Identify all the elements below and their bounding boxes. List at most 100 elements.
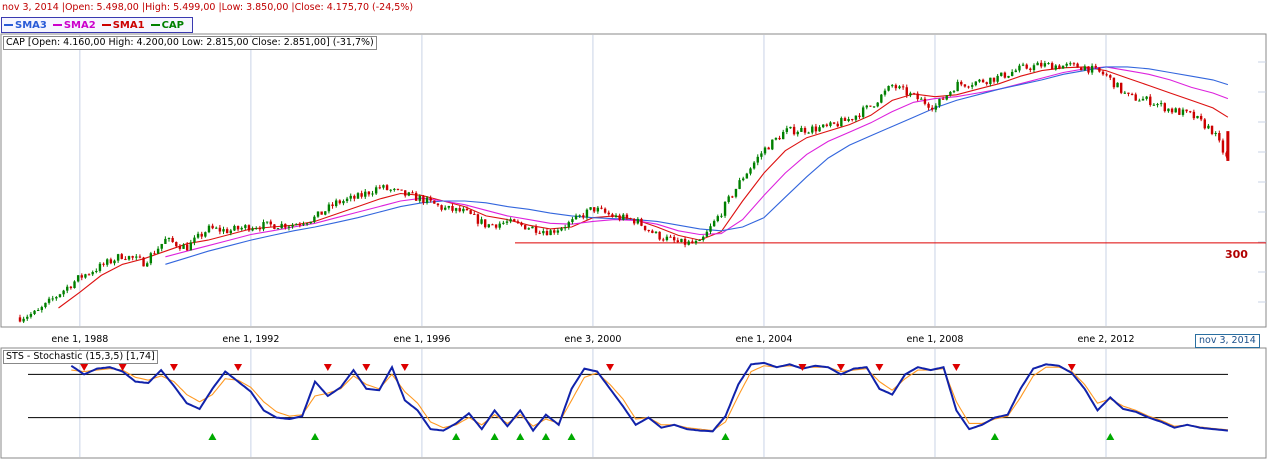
candle-body — [425, 197, 429, 203]
candle-body — [396, 188, 400, 190]
candle-body — [1076, 63, 1079, 68]
candle-body — [102, 263, 105, 265]
candle-body — [149, 253, 153, 264]
candle-body — [865, 105, 868, 108]
candle-body — [883, 90, 887, 95]
candle-body — [1210, 125, 1214, 134]
candle-body — [167, 237, 171, 239]
candle-body — [367, 191, 371, 195]
candle-body — [505, 221, 509, 223]
candle-body — [1043, 63, 1047, 67]
candle-body — [309, 221, 312, 224]
candle-body — [400, 189, 403, 191]
candle-body — [1065, 63, 1068, 66]
candle-body — [18, 317, 22, 322]
candle-body — [66, 286, 69, 291]
candle-body — [316, 211, 320, 217]
candle-body — [880, 94, 883, 103]
candle-body — [672, 237, 676, 241]
candle-body — [502, 222, 505, 224]
candle-body — [593, 207, 596, 212]
candle-body — [680, 238, 683, 242]
candle-body — [1072, 63, 1076, 65]
candle-body — [756, 156, 759, 163]
candle-body — [651, 230, 654, 233]
candle-body — [127, 256, 131, 260]
candle-body — [1203, 119, 1206, 129]
x-tick-label: ene 1, 2008 — [906, 334, 964, 345]
candle-body — [992, 77, 996, 82]
chart-canvas[interactable] — [0, 0, 1268, 460]
candle-body — [1094, 65, 1097, 68]
candle-body — [33, 310, 36, 315]
candle-body — [447, 205, 451, 208]
candle-body — [716, 216, 719, 222]
candle-body — [789, 126, 792, 129]
candle-body — [705, 231, 709, 237]
candle-body — [98, 263, 102, 271]
x-tick-label: ene 1, 2004 — [735, 334, 793, 345]
candle-body — [858, 115, 861, 117]
candle-body — [709, 226, 712, 232]
candle-body — [218, 227, 222, 232]
candle-body — [135, 256, 138, 258]
candle-body — [1214, 133, 1217, 135]
candle-body — [636, 218, 640, 224]
candle-body — [1138, 100, 1141, 102]
candle-body — [236, 225, 240, 230]
candle-body — [364, 191, 367, 197]
candle-body — [1149, 96, 1152, 105]
candle-body — [1021, 64, 1025, 66]
candle-body — [1221, 140, 1225, 153]
candle-body — [545, 231, 549, 236]
candle-body — [872, 106, 876, 108]
candle-body — [665, 236, 669, 241]
candle-body — [1000, 72, 1003, 76]
candle-body — [1007, 75, 1010, 78]
candle-body — [582, 215, 585, 218]
candle-body — [473, 213, 476, 215]
candle-body — [578, 215, 581, 217]
candle-body — [1029, 68, 1032, 70]
candle-body — [171, 237, 174, 243]
candle-body — [1192, 111, 1196, 119]
candle-body — [629, 218, 632, 220]
candle-body — [160, 243, 163, 249]
candle-body — [854, 115, 858, 120]
candle-body — [567, 222, 570, 228]
candle-body — [454, 208, 458, 211]
candle-body — [832, 122, 836, 124]
candle-body — [803, 127, 807, 133]
candle-body — [164, 238, 167, 244]
candle-body — [923, 98, 927, 104]
candle-body — [909, 93, 912, 96]
current-date-label: nov 3, 2014 — [1195, 334, 1260, 348]
candle-body — [553, 230, 556, 233]
candle-body — [287, 226, 291, 228]
candle-body — [498, 223, 501, 228]
candle-body — [632, 219, 636, 224]
candle-body — [185, 244, 189, 251]
candle-body — [836, 123, 839, 127]
candle-body — [284, 223, 287, 228]
candle-body — [22, 318, 25, 322]
candle-body — [723, 201, 727, 216]
candle-body — [734, 188, 738, 197]
candle-body — [1196, 115, 1199, 119]
candle-body — [251, 228, 254, 231]
candle-body — [451, 205, 454, 211]
candle-body — [1101, 71, 1105, 75]
candle-body — [974, 81, 978, 86]
candle-body — [327, 204, 331, 212]
candle-body — [433, 200, 436, 204]
candle-body — [1018, 65, 1021, 71]
price-panel — [0, 33, 1267, 328]
candle-body — [229, 230, 232, 234]
candle-body — [113, 260, 116, 264]
candle-body — [1185, 109, 1188, 112]
candle-body — [1156, 104, 1159, 106]
candle-body — [861, 107, 865, 117]
candle-body — [702, 236, 705, 241]
candle-body — [389, 189, 392, 191]
candle-body — [302, 224, 305, 226]
